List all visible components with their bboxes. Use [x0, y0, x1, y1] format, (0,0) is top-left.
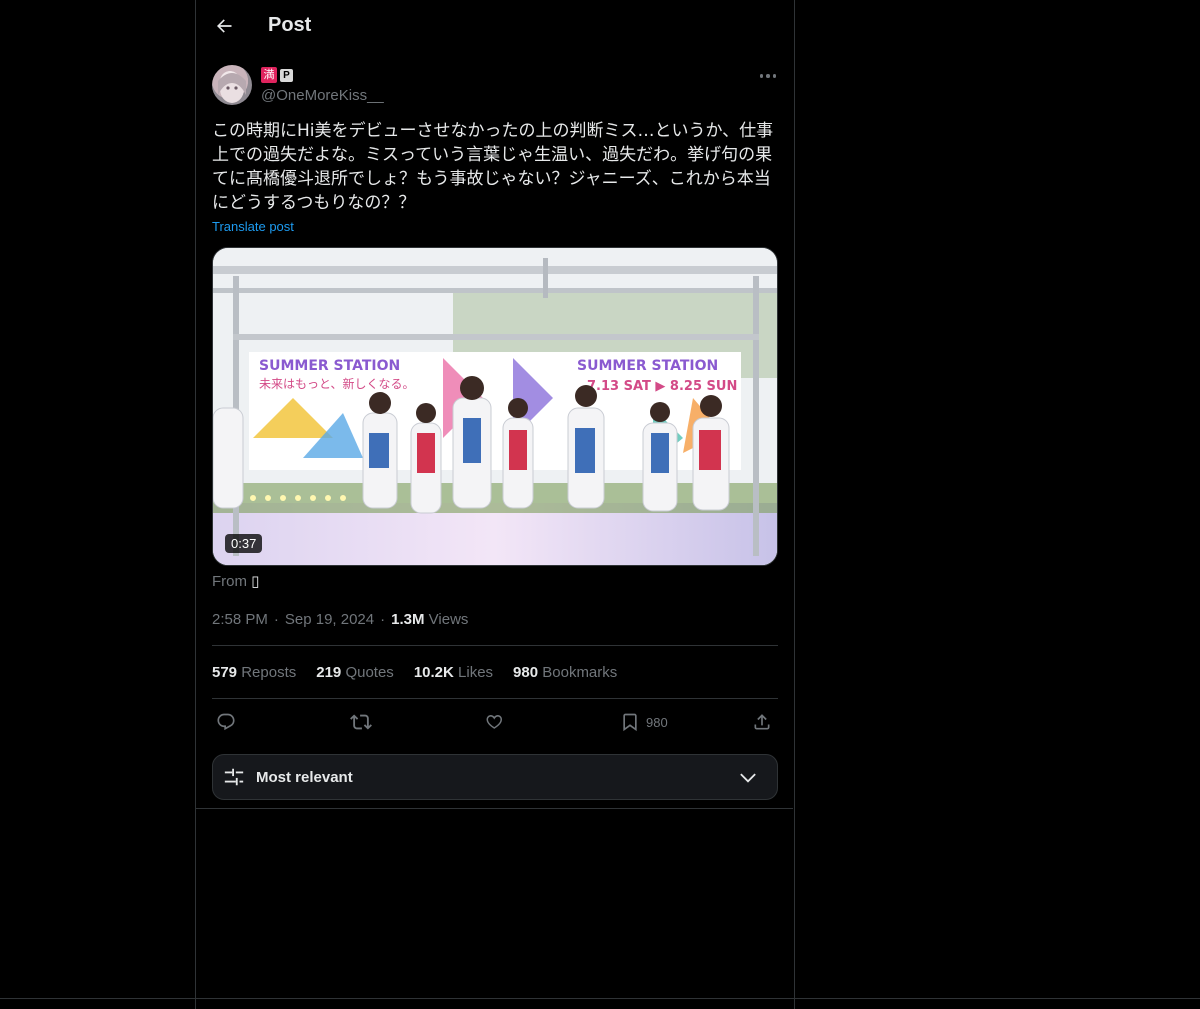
chevron-down-icon [740, 773, 756, 783]
banner-right-dates: 7.13 SAT ▶ 8.25 SUN [587, 379, 737, 394]
bookmark-icon [623, 713, 637, 732]
views-label: Views [428, 611, 469, 628]
avatar[interactable] [212, 65, 252, 105]
stat-count: 579 [212, 664, 238, 681]
more-button[interactable] [756, 66, 780, 86]
avatar-image [218, 73, 246, 103]
meta-separator: · [273, 611, 279, 628]
more-icon [759, 74, 777, 78]
author-handle[interactable]: @OneMoreKiss__ [261, 87, 384, 104]
back-button[interactable] [212, 14, 236, 38]
post-date[interactable]: Sep 19, 2024 [285, 611, 374, 628]
like-icon [486, 714, 503, 729]
stat-count: 980 [513, 664, 539, 681]
sliders-icon [224, 768, 244, 786]
stat-count: 219 [316, 664, 342, 681]
divider [195, 808, 793, 809]
bookmark-button[interactable]: 980 [620, 710, 668, 734]
from-label: From [212, 573, 247, 590]
sort-dropdown[interactable]: Most relevant [212, 754, 778, 800]
stat-bookmarks[interactable]: 980 Bookmarks [513, 664, 617, 681]
bookmark-count: 980 [646, 714, 668, 730]
stat-count: 10.2K [413, 664, 454, 681]
author-badge-red: 満 [261, 67, 277, 83]
sort-label: Most relevant [256, 769, 353, 786]
from-line[interactable]: From ▯ [212, 572, 259, 590]
like-button[interactable] [484, 710, 504, 734]
stat-label: Likes [458, 664, 494, 681]
stat-label: Reposts [241, 664, 297, 681]
divider [212, 645, 778, 646]
bottom-border [0, 998, 1200, 999]
post-meta: 2:58 PM · Sep 19, 2024 · 1.3M Views [212, 611, 468, 628]
video-media[interactable]: SUMMER STATION 未来はもっと、新しくなる。 SUMMER STAT… [212, 247, 778, 566]
banner-left-title: SUMMER STATION [259, 358, 400, 374]
stat-label: Quotes [345, 664, 394, 681]
action-bar: 980 [212, 710, 778, 734]
repost-button[interactable] [350, 710, 372, 734]
post-time[interactable]: 2:58 PM [212, 611, 268, 628]
meta-separator: · [380, 611, 386, 628]
translate-post-link[interactable]: Translate post [212, 219, 294, 234]
author-badges: 満 P [261, 67, 293, 83]
views-count: 1.3M [391, 611, 425, 628]
stats-row: 579 Reposts 219 Quotes 10.2K Likes 980 B… [212, 664, 617, 681]
author-badge-p: P [280, 68, 293, 82]
stat-reposts[interactable]: 579 Reposts [212, 664, 296, 681]
back-arrow-icon [217, 19, 232, 33]
share-icon [754, 714, 770, 730]
banner-right-title: SUMMER STATION [577, 358, 718, 374]
page-title: Post [268, 14, 312, 36]
from-source-glyph: ▯ [251, 573, 260, 590]
banner-left-subtitle: 未来はもっと、新しくなる。 [259, 376, 415, 391]
divider [212, 698, 778, 699]
repost-icon [350, 714, 372, 730]
share-button[interactable] [752, 710, 772, 734]
video-duration: 0:37 [225, 534, 263, 553]
reply-icon [217, 713, 235, 731]
stat-likes[interactable]: 10.2K Likes [414, 664, 493, 681]
stat-quotes[interactable]: 219 Quotes [316, 664, 394, 681]
views: 1.3M Views [391, 611, 468, 628]
video-thumbnail: SUMMER STATION 未来はもっと、新しくなる。 SUMMER STAT… [213, 248, 777, 565]
reply-button[interactable] [216, 710, 236, 734]
post-text: この時期にHi美をデビューさせなかったの上の判断ミス…というか、仕事上での過失だ… [212, 121, 774, 213]
stat-label: Bookmarks [542, 664, 618, 681]
